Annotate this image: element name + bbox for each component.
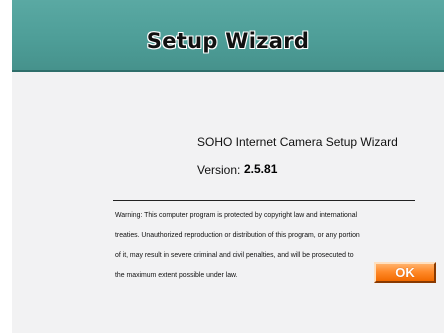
ok-button[interactable]: OK xyxy=(374,262,436,283)
warning-line: Warning: This computer program is protec… xyxy=(115,212,358,219)
content-panel xyxy=(12,72,444,333)
warning-line: treaties. Unauthorized reproduction or d… xyxy=(115,232,360,239)
divider xyxy=(113,200,415,201)
version-value: 2.5.81 xyxy=(244,162,278,176)
page-title: Setup Wizard xyxy=(146,29,310,53)
header-banner: Setup Wizard xyxy=(12,0,444,72)
version-label: Version: xyxy=(197,163,241,177)
setup-wizard-window: Setup Wizard SOHO Internet Camera Setup … xyxy=(0,0,444,333)
product-name: SOHO Internet Camera Setup Wizard xyxy=(197,135,398,149)
